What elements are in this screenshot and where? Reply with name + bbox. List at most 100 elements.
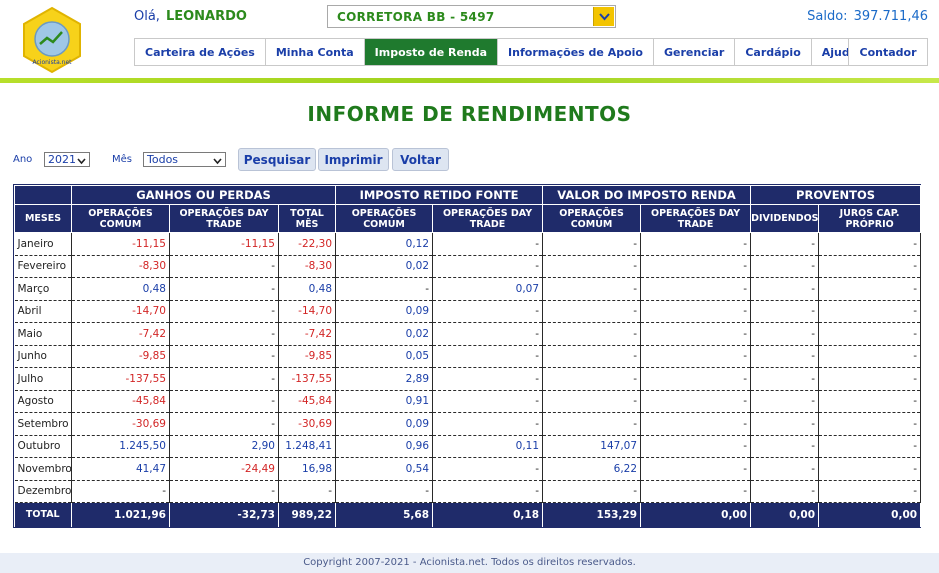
- value-cell: -: [432, 232, 544, 256]
- value-cell: -: [542, 367, 642, 391]
- value-cell: -: [640, 255, 752, 278]
- nav-item-minha-conta[interactable]: Minha Conta: [266, 39, 365, 65]
- value-cell: 6,22: [542, 457, 642, 481]
- value-cell: -: [818, 367, 922, 391]
- value-cell: -: [750, 345, 820, 368]
- table-row: Julho -137,55- -137,55 2,89- - - - -: [14, 367, 922, 391]
- value-cell: -: [542, 300, 642, 323]
- value-cell: -: [335, 480, 434, 503]
- contador-button[interactable]: Contador: [848, 38, 928, 66]
- value-cell: -45,84: [278, 390, 337, 413]
- value-cell: -: [818, 255, 922, 278]
- value-cell: 0,12: [335, 232, 434, 256]
- value-cell: 16,98: [278, 457, 337, 481]
- month-cell: Novembro: [14, 457, 72, 481]
- search-button[interactable]: Pesquisar: [238, 148, 316, 171]
- value-cell: -: [640, 480, 752, 503]
- year-value: 2021: [48, 153, 76, 166]
- value-cell: -14,70: [71, 300, 170, 323]
- table-row: Abril -14,70- -14,70 0,09- - - - -: [14, 300, 922, 323]
- value-cell: -: [640, 300, 752, 323]
- value-cell: -: [542, 322, 642, 346]
- year-select[interactable]: 2021: [44, 152, 90, 167]
- greeting: Olá, LEONARDO: [134, 9, 247, 24]
- value-cell: -: [818, 322, 922, 346]
- group-header-proventos: PROVENTOS: [750, 185, 922, 205]
- value-cell: -: [432, 255, 544, 278]
- print-button[interactable]: Imprimir: [318, 148, 389, 171]
- value-cell: 0,91: [335, 390, 434, 413]
- value-cell: -: [278, 480, 337, 503]
- value-cell: 147,07: [542, 435, 642, 458]
- value-cell: -11,15: [169, 232, 279, 256]
- value-cell: -: [750, 300, 820, 323]
- table-row: Outubro 1.245,50 2,90 1.248,41 0,96 0,11 147,0…: [14, 435, 922, 458]
- month-cell: Julho: [14, 367, 72, 391]
- value-cell: 1.248,41: [278, 435, 337, 458]
- value-cell: 0,05: [335, 345, 434, 368]
- value-cell: -: [818, 232, 922, 256]
- value-cell: -: [640, 435, 752, 458]
- value-cell: -45,84: [71, 390, 170, 413]
- nav-item-informacoes-de-apoio[interactable]: Informações de Apoio: [498, 39, 654, 65]
- value-cell: -8,30: [71, 255, 170, 278]
- chevron-down-icon: [213, 155, 222, 168]
- copyright: Copyright 2007-2021 - Acionista.net. Tod…: [303, 557, 636, 568]
- nav-item-imposto-de-renda[interactable]: Imposto de Renda: [364, 39, 499, 65]
- value-cell: -: [640, 412, 752, 436]
- footer: Copyright 2007-2021 - Acionista.net. Tod…: [0, 553, 939, 573]
- value-cell: -: [818, 435, 922, 458]
- value-cell: -: [542, 232, 642, 256]
- value-cell: 2,89: [335, 367, 434, 391]
- total-value-cell: 989,22: [278, 502, 337, 527]
- table-row: Setembro -30,69- -30,69 0,09- - - - -: [14, 412, 922, 436]
- month-cell: Fevereiro: [14, 255, 72, 278]
- value-cell: -: [640, 367, 752, 391]
- value-cell: 0,09: [335, 412, 434, 436]
- group-header-gains: GANHOS OU PERDAS: [70, 185, 337, 205]
- back-button[interactable]: Voltar: [392, 148, 449, 171]
- value-cell: -: [750, 367, 820, 391]
- table-row: Novembro 41,47 -24,49 16,98 0,54-6,22- - -: [14, 457, 922, 481]
- group-header-income-tax: VALOR DO IMPOSTO RENDA: [542, 185, 752, 205]
- table-row: Fevereiro -8,30- -8,30 0,02- - - - -: [14, 255, 922, 278]
- value-cell: -7,42: [278, 322, 337, 346]
- value-cell: 2,90: [169, 435, 279, 458]
- value-cell: -: [818, 480, 922, 503]
- value-cell: -: [432, 412, 544, 436]
- table-row: Maio -7,42- -7,42 0,02- - - - -: [14, 322, 922, 346]
- value-cell: -: [169, 480, 279, 503]
- value-cell: -: [818, 300, 922, 323]
- column-header: OPERAÇÕES COMUM: [542, 204, 642, 233]
- value-cell: -: [640, 390, 752, 413]
- value-cell: -: [169, 412, 279, 436]
- page-title: INFORME DE RENDIMENTOS: [307, 102, 632, 126]
- value-cell: -: [432, 345, 544, 368]
- value-cell: -: [169, 390, 279, 413]
- month-select[interactable]: Todos: [143, 152, 226, 167]
- month-cell: Abril: [14, 300, 72, 323]
- column-header: OPERAÇÕES COMUM: [335, 204, 434, 233]
- value-cell: -: [542, 277, 642, 301]
- chevron-down-icon[interactable]: [593, 7, 614, 26]
- value-cell: -: [750, 480, 820, 503]
- value-cell: -: [750, 277, 820, 301]
- broker-select[interactable]: CORRETORA BB - 5497: [327, 5, 616, 28]
- greeting-label: Olá,: [134, 9, 160, 24]
- value-cell: -: [335, 277, 434, 301]
- group-header-empty: [14, 185, 72, 205]
- column-header: TOTAL MÊS: [277, 204, 337, 233]
- total-value-cell: 0,00: [818, 502, 922, 527]
- value-cell: -8,30: [278, 255, 337, 278]
- total-value-cell: 1.021,96: [71, 502, 170, 527]
- value-cell: -: [640, 232, 752, 256]
- value-cell: -: [818, 390, 922, 413]
- balance-value: 397.711,46: [853, 9, 928, 24]
- nav-item-cardapio[interactable]: Cardápio: [735, 39, 812, 65]
- acionista-logo[interactable]: Acionista.net: [18, 6, 86, 74]
- total-label: TOTAL: [14, 502, 72, 527]
- value-cell: -: [750, 390, 820, 413]
- nav-item-carteira-de-acoes[interactable]: Carteira de Ações: [135, 39, 266, 65]
- month-value: Todos: [147, 153, 179, 166]
- nav-item-gerenciar[interactable]: Gerenciar: [654, 39, 736, 65]
